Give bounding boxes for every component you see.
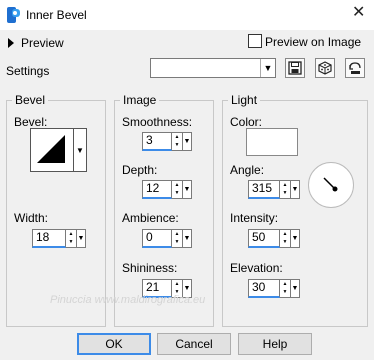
- settings-combobox[interactable]: ▼: [150, 58, 276, 78]
- chevron-down-icon[interactable]: ▼: [260, 59, 275, 77]
- bevel-shape-selector[interactable]: [30, 128, 74, 172]
- close-icon[interactable]: ✕: [352, 5, 365, 21]
- angle-spinner[interactable]: 315 ▲ ▼ ▼: [248, 180, 300, 199]
- reset-button[interactable]: [345, 58, 365, 78]
- width-dropdown[interactable]: ▼: [77, 229, 86, 248]
- color-label: Color:: [230, 115, 263, 129]
- depth-stepper-arrows[interactable]: ▲ ▼: [172, 180, 183, 199]
- depth-dropdown[interactable]: ▼: [183, 180, 192, 199]
- angle-stepper-arrows[interactable]: ▲ ▼: [280, 180, 291, 199]
- ok-button[interactable]: OK: [77, 333, 151, 355]
- bevel-triangle-icon: [37, 135, 65, 163]
- save-preset-button[interactable]: [285, 58, 305, 78]
- elevation-label: Elevation:: [230, 261, 283, 275]
- intensity-dropdown[interactable]: ▼: [291, 229, 300, 248]
- bevel-label: Bevel:: [14, 115, 48, 129]
- settings-label: Settings: [6, 64, 50, 78]
- light-group-title: Light: [228, 93, 261, 107]
- angle-dial[interactable]: [308, 162, 354, 208]
- help-button[interactable]: Help: [238, 333, 312, 355]
- ambience-input[interactable]: 0: [142, 229, 172, 248]
- shininess-label: Shininess:: [122, 261, 178, 275]
- smoothness-spinner[interactable]: 3 ▲ ▼ ▼: [142, 132, 192, 151]
- smoothness-dropdown[interactable]: ▼: [183, 132, 192, 151]
- elevation-input[interactable]: 30: [248, 279, 280, 298]
- depth-spinner[interactable]: 12 ▲ ▼ ▼: [142, 180, 192, 199]
- smoothness-stepper-arrows[interactable]: ▲ ▼: [172, 132, 183, 151]
- light-color-swatch[interactable]: [246, 128, 298, 156]
- angle-dropdown[interactable]: ▼: [291, 180, 300, 199]
- ambience-label: Ambience:: [122, 211, 179, 225]
- intensity-input[interactable]: 50: [248, 229, 280, 248]
- width-label: Width:: [14, 211, 49, 225]
- elevation-spinner[interactable]: 30 ▲ ▼ ▼: [248, 279, 300, 298]
- bevel-group-title: Bevel: [12, 93, 49, 107]
- elevation-dropdown[interactable]: ▼: [291, 279, 300, 298]
- image-group-title: Image: [120, 93, 160, 107]
- width-spinner[interactable]: 18 ▲ ▼ ▼: [32, 229, 86, 248]
- preview-toggle-label[interactable]: Preview: [21, 36, 64, 50]
- dice-icon: [318, 61, 332, 75]
- intensity-stepper-arrows[interactable]: ▲ ▼: [280, 229, 291, 248]
- ambience-dropdown[interactable]: ▼: [183, 229, 192, 248]
- angle-input[interactable]: 315: [248, 180, 280, 199]
- randomize-button[interactable]: [315, 58, 335, 78]
- window-title: Inner Bevel: [26, 8, 87, 22]
- reset-arrow-icon: [349, 62, 361, 74]
- depth-input[interactable]: 12: [142, 180, 172, 199]
- watermark-text: Pinuccia www.maldirografica.eu: [50, 294, 206, 306]
- app-logo-icon: [6, 6, 22, 24]
- depth-label: Depth:: [122, 163, 158, 177]
- width-input[interactable]: 18: [32, 229, 66, 248]
- cancel-button[interactable]: Cancel: [157, 333, 231, 355]
- expand-triangle-icon[interactable]: [8, 38, 14, 48]
- preview-on-image-label[interactable]: Preview on Image: [265, 35, 361, 49]
- elevation-stepper-arrows[interactable]: ▲ ▼: [280, 279, 291, 298]
- width-stepper-arrows[interactable]: ▲ ▼: [66, 229, 77, 248]
- angle-dial-needle-icon: [323, 177, 338, 192]
- floppy-disk-icon: [288, 61, 302, 75]
- intensity-label: Intensity:: [230, 211, 279, 225]
- preview-on-image-checkbox[interactable]: [248, 34, 262, 48]
- bevel-dropdown-arrow[interactable]: ▼: [74, 128, 87, 172]
- ambience-stepper-arrows[interactable]: ▲ ▼: [172, 229, 183, 248]
- angle-label: Angle:: [230, 163, 265, 177]
- smoothness-input[interactable]: 3: [142, 132, 172, 151]
- smoothness-label: Smoothness:: [122, 115, 193, 129]
- ambience-spinner[interactable]: 0 ▲ ▼ ▼: [142, 229, 192, 248]
- intensity-spinner[interactable]: 50 ▲ ▼ ▼: [248, 229, 300, 248]
